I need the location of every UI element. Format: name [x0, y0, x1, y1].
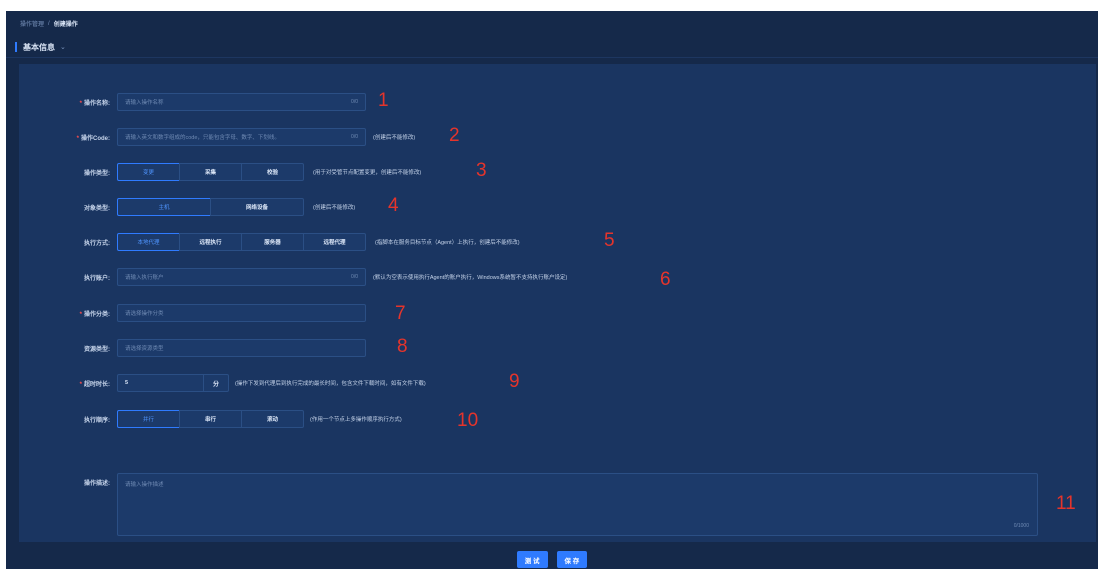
annotation-9: 9 — [509, 371, 520, 392]
resource-type-placeholder: 请选择资源类型 — [125, 346, 164, 352]
annotation-1: 1 — [378, 90, 389, 111]
exec-order-option-rolling[interactable]: 滚动 — [241, 410, 304, 428]
op-category-select[interactable]: 请选择操作分类 — [117, 304, 366, 322]
exec-account-char-count: 0/0 — [351, 274, 358, 280]
name-char-count: 0/0 — [351, 99, 358, 105]
form-row-code: * 操作Code: 请输入英文和数字组成的code，只能包含字母、数字、下划线。 … — [19, 125, 499, 146]
object-type-option-network[interactable]: 网络设备 — [210, 198, 304, 216]
exec-account-input[interactable]: 请输入执行账户 0/0 — [117, 268, 366, 286]
timeout-label: * 超时时长: — [79, 381, 110, 388]
op-type-option-change[interactable]: 变更 — [117, 163, 180, 181]
exec-order-label: 执行顺序: — [84, 417, 110, 424]
op-type-hint: (用于对受管节点配置变更，创建后不能修改) — [313, 170, 422, 176]
exec-mode-option-server[interactable]: 服务器 — [241, 233, 304, 251]
code-input[interactable]: 请输入英文和数字组成的code，只能包含字母、数字、下划线。 0/0 — [117, 128, 366, 146]
form-panel: * 操作名称: 请输入操作名称 0/0 1 * 操作Code: 请输入英文和数字组成… — [19, 64, 1096, 542]
section-title: 基本信息 — [23, 42, 55, 52]
op-type-option-verify[interactable]: 校验 — [241, 163, 304, 181]
code-char-count: 0/0 — [351, 134, 358, 140]
form-row-resource-type: 资源类型: 请选择资源类型 8 — [19, 336, 439, 357]
object-type-option-host[interactable]: 主机 — [117, 198, 211, 216]
timeout-hint: (操作下发到代理后到执行完成的最长时间，包含文件下载时间，如有文件下载) — [235, 381, 426, 387]
save-button[interactable]: 保 存 — [556, 551, 588, 568]
exec-account-hint: (默认为空表示使用执行Agent的账户执行，Windows系统暂不支持执行账户设… — [373, 275, 568, 281]
annotation-10: 10 — [457, 410, 479, 431]
section-header[interactable]: 基本信息 ⌄ — [6, 37, 1098, 58]
op-category-placeholder: 请选择操作分类 — [125, 311, 164, 317]
app-frame: 操作管理 / 创建操作 基本信息 ⌄ * 操作名称: 请输入操作名称 0/0 1 … — [6, 11, 1098, 569]
description-char-count: 0/1000 — [1013, 523, 1029, 529]
object-type-selector: 主机 网络设备 — [117, 198, 304, 216]
form-row-object-type: 对象类型: 主机 网络设备 (创建后不能修改) 4 — [19, 195, 419, 216]
form-row-name: * 操作名称: 请输入操作名称 0/0 1 — [19, 90, 419, 111]
form-row-exec-order: 执行顺序: 并行 串行 滚动 (作用一个节点上多操作顺序执行方式) 10 — [19, 410, 499, 431]
timeout-value: 5 — [125, 380, 129, 386]
required-mark: * — [79, 100, 82, 107]
form-row-timeout: * 超时时长: 5 分 (操作下发到代理后到执行完成的最长时间，包含文件下载时间，… — [19, 371, 559, 392]
exec-mode-selector: 本地代理 远程执行 服务器 远程代理 — [117, 233, 366, 251]
timeout-unit: 分 — [203, 375, 228, 391]
description-label: 操作描述: — [84, 481, 110, 487]
annotation-6: 6 — [660, 269, 671, 290]
annotation-3: 3 — [476, 160, 487, 181]
exec-mode-option-local-agent[interactable]: 本地代理 — [117, 233, 180, 251]
description-textarea[interactable]: 请输入操作描述 0/1000 — [117, 473, 1038, 536]
exec-account-placeholder: 请输入执行账户 — [125, 275, 164, 281]
exec-order-selector: 并行 串行 滚动 — [117, 410, 304, 428]
form-row-exec-mode: 执行方式: 本地代理 远程执行 服务器 远程代理 (指脚本在服务目标节点（Age… — [19, 230, 659, 251]
annotation-5: 5 — [604, 230, 615, 251]
annotation-7: 7 — [395, 303, 406, 324]
exec-mode-label: 执行方式: — [84, 240, 110, 247]
exec-order-option-parallel[interactable]: 并行 — [117, 410, 180, 428]
breadcrumb-separator: / — [48, 20, 50, 27]
op-type-selector: 变更 采集 校验 — [117, 163, 304, 181]
breadcrumb-parent[interactable]: 操作管理 — [20, 19, 44, 28]
required-mark: * — [76, 135, 79, 142]
code-placeholder: 请输入英文和数字组成的code，只能包含字母、数字、下划线。 — [125, 135, 280, 141]
annotation-4: 4 — [388, 195, 399, 216]
code-label: * 操作Code: — [76, 135, 110, 142]
timeout-input[interactable]: 5 分 — [117, 374, 229, 392]
test-button[interactable]: 测 试 — [516, 551, 548, 568]
resource-type-label: 资源类型: — [84, 346, 110, 353]
exec-mode-option-remote[interactable]: 远程执行 — [179, 233, 242, 251]
required-mark: * — [79, 311, 82, 318]
required-mark: * — [79, 381, 82, 388]
annotation-2: 2 — [449, 125, 460, 146]
exec-order-option-serial[interactable]: 串行 — [179, 410, 242, 428]
annotation-8: 8 — [397, 336, 408, 357]
action-bar: 测 试 保 存 — [6, 551, 1098, 568]
name-input[interactable]: 请输入操作名称 0/0 — [117, 93, 366, 111]
breadcrumb-current: 创建操作 — [53, 22, 78, 28]
form-row-op-category: * 操作分类: 请选择操作分类 7 — [19, 303, 439, 324]
exec-account-label: 执行账户: — [84, 275, 110, 282]
annotation-11: 11 — [1056, 493, 1076, 514]
form-row-exec-account: 执行账户: 请输入执行账户 0/0 (默认为空表示使用执行Agent的账户执行，… — [19, 268, 699, 290]
breadcrumb: 操作管理 / 创建操作 — [20, 19, 78, 29]
section-accent-bar — [15, 42, 17, 52]
chevron-down-icon[interactable]: ⌄ — [60, 43, 66, 51]
name-placeholder: 请输入操作名称 — [125, 100, 164, 106]
code-hint: (创建后不能修改) — [373, 135, 416, 141]
object-type-hint: (创建后不能修改) — [313, 205, 356, 211]
op-type-label: 操作类型: — [84, 170, 110, 177]
op-category-label: * 操作分类: — [79, 311, 110, 318]
exec-mode-hint: (指脚本在服务目标节点（Agent）上执行，创建后不能修改) — [375, 240, 520, 246]
form-row-op-type: 操作类型: 变更 采集 校验 (用于对受管节点配置变更，创建后不能修改) 3 — [19, 160, 519, 181]
name-label: * 操作名称: — [79, 100, 110, 107]
exec-order-hint: (作用一个节点上多操作顺序执行方式) — [310, 417, 402, 423]
op-type-option-collect[interactable]: 采集 — [179, 163, 242, 181]
resource-type-select[interactable]: 请选择资源类型 — [117, 339, 366, 357]
description-placeholder: 请输入操作描述 — [125, 482, 164, 488]
object-type-label: 对象类型: — [84, 205, 110, 212]
exec-mode-option-remote-agent[interactable]: 远程代理 — [303, 233, 366, 251]
